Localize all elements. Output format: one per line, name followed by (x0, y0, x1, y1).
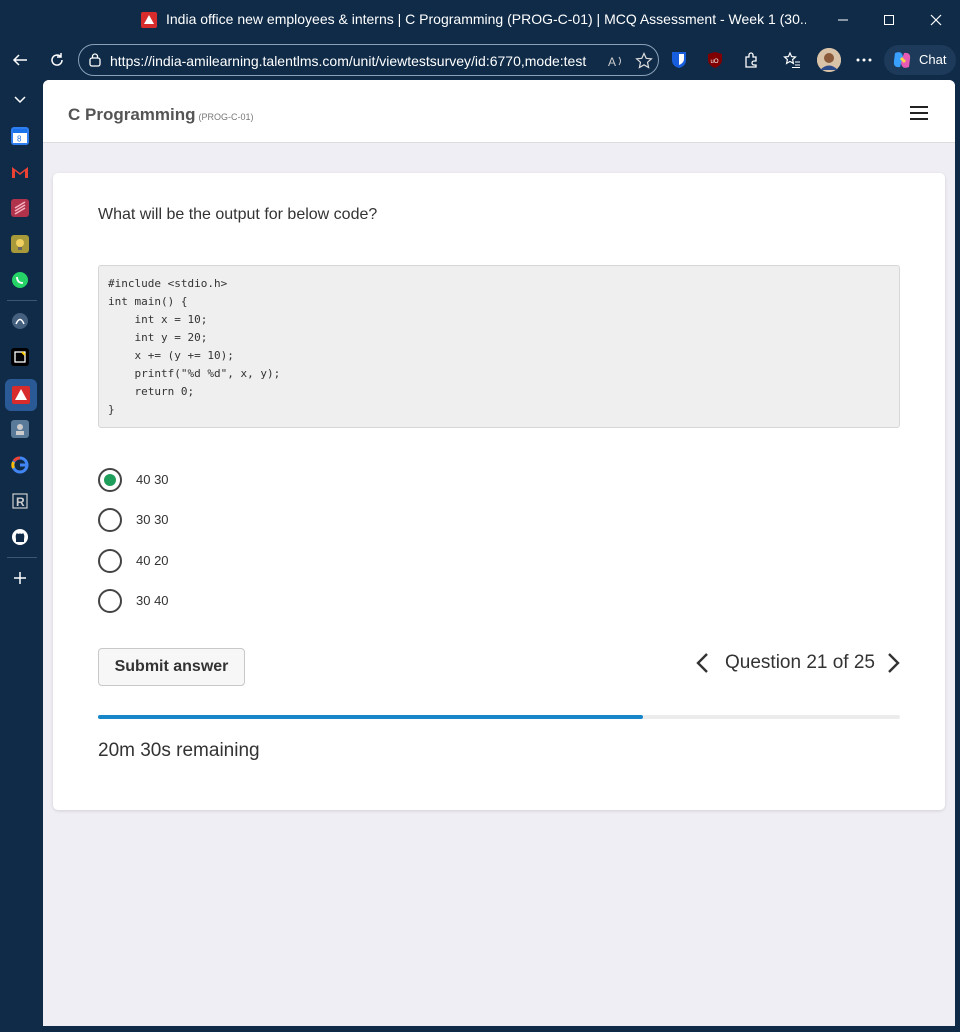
collapse-chevron-icon[interactable] (11, 91, 29, 109)
bitwarden-icon[interactable] (669, 50, 689, 70)
refresh-icon[interactable] (47, 50, 67, 70)
progress-bar (98, 715, 900, 719)
app-icon[interactable] (11, 199, 29, 217)
question-text: What will be the output for below code? (98, 206, 378, 223)
course-name: C Programming (68, 105, 196, 124)
answer-option[interactable]: 30 40 (98, 589, 398, 613)
course-title: C Programming (PROG-C-01) (68, 105, 254, 125)
code-line: return 0; (108, 385, 195, 398)
option-label: 30 30 (136, 512, 169, 527)
copilot-chat-button[interactable]: Chat (884, 45, 956, 75)
whatsapp-icon[interactable] (11, 271, 29, 289)
copilot-icon (893, 52, 911, 68)
r-icon[interactable]: R (11, 492, 29, 510)
profile-avatar[interactable] (817, 48, 841, 72)
talentlms-app-icon (141, 12, 157, 28)
app-icon[interactable] (11, 235, 29, 253)
calendar-icon[interactable]: 8 (11, 127, 29, 145)
window-title-bar: India office new employees & interns | C… (0, 0, 960, 40)
app-icon[interactable] (11, 348, 29, 366)
extensions-icon[interactable] (741, 50, 761, 70)
talentlms-icon[interactable] (5, 379, 37, 411)
read-aloud-icon[interactable]: A (607, 52, 625, 70)
code-line: int y = 20; (108, 331, 208, 344)
chat-label: Chat (919, 52, 947, 67)
gmail-icon[interactable] (11, 163, 29, 181)
app-icon[interactable] (11, 420, 29, 438)
svg-text:A: A (608, 55, 616, 69)
web-page: C Programming (PROG-C-01) What will be th… (43, 80, 955, 1026)
maximize-icon[interactable] (879, 10, 899, 30)
browser-sidebar: 8 R (0, 80, 42, 1032)
code-line: } (108, 403, 115, 416)
code-line: #include <stdio.h> (108, 277, 228, 290)
submit-answer-button[interactable]: Submit answer (98, 648, 245, 686)
more-options-icon[interactable] (854, 50, 874, 70)
add-icon[interactable] (11, 569, 29, 587)
url-text: https://india-amilearning.talentlms.com/… (110, 53, 587, 69)
code-line: printf("%d %d", x, y); (108, 367, 281, 380)
course-code: (PROG-C-01) (198, 112, 254, 122)
svg-text:8: 8 (17, 135, 22, 144)
svg-text:R: R (16, 495, 25, 509)
google-icon[interactable] (11, 456, 29, 474)
radio-button[interactable] (98, 589, 122, 613)
radio-button[interactable] (98, 508, 122, 532)
lock-icon (89, 53, 101, 67)
sidebar-divider (7, 557, 37, 558)
course-header: C Programming (PROG-C-01) (43, 80, 955, 143)
progress-fill (98, 715, 644, 719)
ublock-icon[interactable]: uO (705, 50, 725, 70)
question-card: What will be the output for below code? … (53, 173, 945, 810)
app-icon[interactable] (11, 312, 29, 330)
radio-button[interactable] (98, 549, 122, 573)
option-label: 30 40 (136, 593, 169, 608)
favorites-icon[interactable] (782, 50, 802, 70)
answer-option[interactable]: 40 30 (98, 468, 398, 492)
previous-question-icon[interactable] (693, 651, 713, 675)
window-title: India office new employees & interns | C… (166, 11, 806, 27)
question-counter: Question 21 of 25 (725, 652, 875, 673)
answer-option[interactable]: 30 30 (98, 508, 398, 532)
option-label: 40 30 (136, 472, 169, 487)
option-label: 40 20 (136, 553, 169, 568)
close-icon[interactable] (926, 10, 946, 30)
sidebar-divider (7, 300, 37, 301)
minimize-icon[interactable] (833, 10, 853, 30)
time-remaining: 20m 30s remaining (98, 740, 260, 761)
next-question-icon[interactable] (883, 651, 903, 675)
radio-button-selected[interactable] (98, 468, 122, 492)
code-line: x += (y += 10); (108, 349, 234, 362)
back-icon[interactable] (10, 50, 30, 70)
favorite-star-icon[interactable] (635, 52, 653, 70)
code-line: int main() { (108, 295, 188, 308)
question-navigation: Question 21 of 25 (693, 649, 903, 677)
github-icon[interactable] (11, 528, 29, 546)
answer-option[interactable]: 40 20 (98, 549, 398, 573)
menu-icon[interactable] (910, 106, 930, 122)
svg-text:uO: uO (711, 59, 719, 65)
code-line: int x = 10; (108, 313, 208, 326)
address-bar[interactable]: https://india-amilearning.talentlms.com/… (78, 44, 659, 76)
code-block: #include <stdio.h> int main() { int x = … (98, 265, 900, 428)
